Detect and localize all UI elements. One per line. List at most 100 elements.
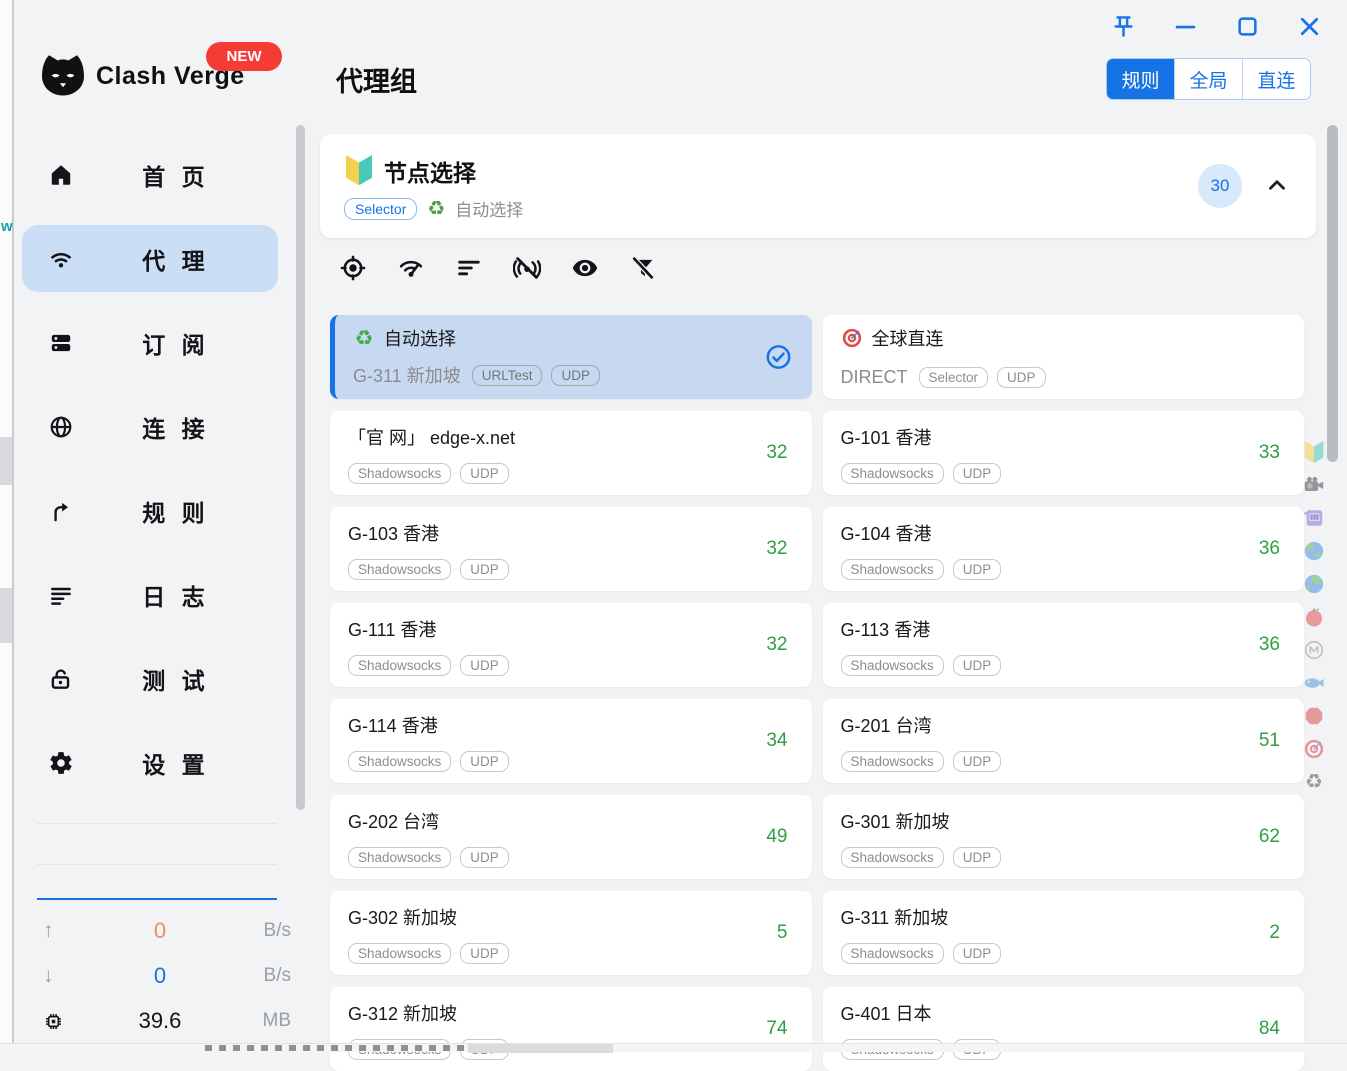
proxy-card[interactable]: G-111 香港ShadowsocksUDP32 — [330, 603, 812, 687]
proxy-current-node: G-311 新加坡 — [353, 362, 461, 388]
quicknav-beginner-icon[interactable] — [1303, 441, 1325, 463]
proxy-current-node: DIRECT — [841, 367, 908, 388]
download-arrow-icon: ↓ — [37, 964, 77, 988]
proxy-type-badge: UDP — [997, 367, 1046, 388]
clash-verge-cat-logo-icon — [35, 50, 91, 106]
proxy-card[interactable]: 全球直连DIRECTSelectorUDP — [823, 315, 1305, 399]
proxy-name-row: 「官 网」 edge-x.net — [348, 424, 515, 450]
proxy-card[interactable]: G-202 台湾ShadowsocksUDP49 — [330, 795, 812, 879]
globe-icon — [48, 414, 74, 440]
close-icon — [1295, 12, 1324, 41]
proxy-type-badge: Shadowsocks — [348, 847, 451, 868]
proxy-card[interactable]: G-301 新加坡ShadowsocksUDP62 — [823, 795, 1305, 879]
proxy-card[interactable]: G-311 新加坡ShadowsocksUDP2 — [823, 891, 1305, 975]
sidebar-item-label: 首 页 — [74, 158, 278, 192]
visibility-button[interactable] — [571, 254, 599, 282]
minimize-button[interactable] — [1171, 12, 1200, 41]
group-subtitle: Selector ♻ 自动选择 — [344, 196, 523, 221]
close-button[interactable] — [1295, 12, 1324, 41]
sidebar-item-label: 测 试 — [74, 662, 278, 696]
main-scrollbar-thumb[interactable] — [1327, 125, 1338, 462]
proxy-name: G-311 新加坡 — [841, 904, 949, 930]
sidebar-item-home[interactable]: 首 页 — [22, 141, 278, 208]
sort-icon — [455, 254, 483, 282]
proxy-latency: 32 — [752, 634, 788, 656]
proxy-name-row: ♻自动选择 — [353, 325, 456, 351]
proxy-name-row: G-111 香港 — [348, 616, 436, 642]
collapse-group-button[interactable] — [1264, 172, 1290, 198]
quicknav-slot-icon[interactable] — [1303, 507, 1325, 529]
proxy-type-badge: Shadowsocks — [841, 751, 944, 772]
tethering-off-button[interactable] — [513, 254, 541, 282]
proxy-card[interactable]: G-312 新加坡ShadowsocksUDP74 — [330, 987, 812, 1071]
pin-button[interactable] — [1109, 12, 1138, 41]
wifi-icon — [48, 246, 74, 272]
delay-test-button[interactable] — [397, 254, 425, 282]
quicknav-m-circle-icon[interactable] — [1303, 639, 1325, 661]
sidebar-scrollbar-thumb[interactable] — [296, 125, 305, 810]
sidebar-item-logs[interactable]: 日 志 — [22, 561, 278, 628]
mode-tab-global[interactable]: 全局 — [1174, 59, 1242, 99]
page-title: 代理组 — [336, 60, 417, 99]
proxy-card[interactable]: G-201 台湾ShadowsocksUDP51 — [823, 699, 1305, 783]
proxy-card[interactable]: G-104 香港ShadowsocksUDP36 — [823, 507, 1305, 591]
sidebar: Clash Verge NEW 首 页代 理订 阅连 接规 则日 志测 试设 置… — [13, 0, 306, 1052]
quicknav-stop-icon[interactable] — [1303, 705, 1325, 727]
proxy-card[interactable]: G-302 新加坡ShadowsocksUDP5 — [330, 891, 812, 975]
proxy-card[interactable]: G-113 香港ShadowsocksUDP36 — [823, 603, 1305, 687]
memory-stat-row: 39.6 MB — [37, 1005, 291, 1037]
delay-test-icon — [397, 254, 425, 282]
proxy-meta-row: ShadowsocksUDP — [841, 559, 1002, 580]
proxy-card[interactable]: G-103 香港ShadowsocksUDP32 — [330, 507, 812, 591]
proxy-name: 「官 网」 edge-x.net — [348, 424, 515, 450]
proxy-type-badge: Shadowsocks — [841, 943, 944, 964]
proxy-name-row: G-311 新加坡 — [841, 904, 949, 930]
sidebar-item-connections[interactable]: 连 接 — [22, 393, 278, 460]
sort-button[interactable] — [455, 254, 483, 282]
proxy-card[interactable]: ♻自动选择G-311 新加坡URLTestUDP — [330, 315, 812, 399]
locate-button[interactable] — [339, 254, 367, 282]
proxy-card[interactable]: G-101 香港ShadowsocksUDP33 — [823, 411, 1305, 495]
proxy-name: G-401 日本 — [841, 1000, 932, 1026]
proxy-type-badge: UDP — [953, 847, 1002, 868]
quicknav-apple-icon[interactable] — [1303, 606, 1325, 628]
quicknav-globe-b-icon[interactable] — [1303, 573, 1325, 595]
minimize-icon — [1171, 12, 1200, 41]
mode-tab-direct[interactable]: 直连 — [1242, 59, 1310, 99]
download-value: 0 — [77, 963, 243, 989]
proxy-type-badge: Shadowsocks — [348, 943, 451, 964]
proxy-card[interactable]: 「官 网」 edge-x.netShadowsocksUDP32 — [330, 411, 812, 495]
proxy-card[interactable]: G-401 日本ShadowsocksUDP84 — [823, 987, 1305, 1071]
maximize-button[interactable] — [1233, 12, 1262, 41]
proxy-type-badge: UDP — [953, 751, 1002, 772]
proxy-group-header[interactable]: 节点选择 Selector ♻ 自动选择 30 — [320, 134, 1316, 238]
sidebar-nav: 首 页代 理订 阅连 接规 则日 志测 试设 置 — [22, 141, 278, 796]
proxy-name-row: G-101 香港 — [841, 424, 932, 450]
proxy-meta-row: Shadowsocks UDP — [841, 751, 1002, 772]
proxy-type-badge: UDP — [460, 463, 509, 484]
quicknav-target-icon[interactable] — [1303, 738, 1325, 760]
group-quick-nav: ♻ — [1303, 441, 1327, 793]
sidebar-item-label: 连 接 — [74, 410, 278, 444]
sidebar-item-proxies[interactable]: 代 理 — [22, 225, 278, 292]
quicknav-globe-a-icon[interactable] — [1303, 540, 1325, 562]
quicknav-camera-icon[interactable] — [1303, 474, 1325, 496]
mode-tab-rule[interactable]: 规则 — [1107, 59, 1174, 99]
filter-off-button[interactable] — [629, 254, 657, 282]
proxy-meta-row: ShadowsocksUDP — [841, 943, 1002, 964]
sidebar-item-profiles[interactable]: 订 阅 — [22, 309, 278, 376]
upload-arrow-icon: ↑ — [37, 919, 77, 943]
route-icon — [48, 498, 74, 524]
sidebar-item-test[interactable]: 测 试 — [22, 645, 278, 712]
proxy-card[interactable]: G-114 香港ShadowsocksUDP34 — [330, 699, 812, 783]
proxy-type-badge: UDP — [460, 847, 509, 868]
main-content: 代理组 规则全局直连 节点选择 Selector ♻ 自动选择 30 ♻自动选择… — [306, 0, 1347, 1052]
proxy-type-badge: Shadowsocks — [348, 655, 451, 676]
sidebar-item-settings[interactable]: 设 置 — [22, 729, 278, 796]
sidebar-item-rules[interactable]: 规 则 — [22, 477, 278, 544]
visibility-icon — [571, 254, 599, 282]
background-text-fragment: w — [1, 218, 13, 235]
quicknav-fish-icon[interactable] — [1303, 672, 1325, 694]
quicknav-recycle-icon[interactable]: ♻ — [1303, 771, 1325, 793]
upload-stat-row: ↑ 0 B/s — [37, 915, 291, 947]
